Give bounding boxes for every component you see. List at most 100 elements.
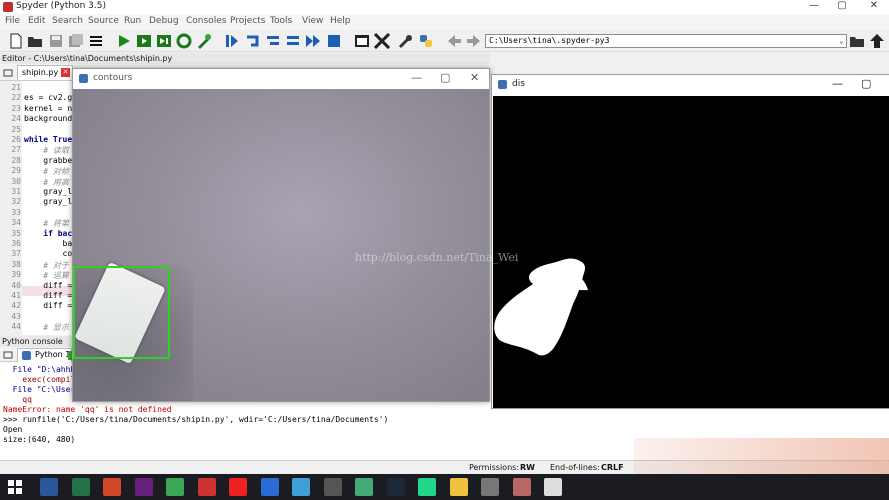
contours-close-button[interactable]: ✕ — [470, 71, 479, 84]
python-path-icon[interactable] — [418, 33, 434, 49]
fast-forward-icon[interactable] — [305, 33, 321, 49]
ship-icon[interactable] — [355, 478, 373, 496]
code-line: # 显示 — [24, 323, 69, 333]
menu-search[interactable]: Search — [52, 16, 83, 26]
window-app-icon — [79, 74, 88, 83]
tab-shipin[interactable]: shipin.py ✕ — [17, 65, 73, 80]
dis-minimize-button[interactable]: — — [832, 77, 843, 90]
rerun-icon[interactable] — [176, 33, 192, 49]
continue-icon[interactable] — [285, 33, 301, 49]
debug-icon[interactable] — [196, 33, 212, 49]
pycharm-icon[interactable] — [418, 478, 436, 496]
console-line: File "C:\User — [3, 385, 76, 394]
menu-projects[interactable]: Projects — [230, 16, 265, 26]
step-icon[interactable] — [224, 33, 240, 49]
list-icon[interactable] — [88, 33, 104, 49]
line-number: 21 — [11, 83, 21, 92]
browse-console-tabs-icon[interactable] — [3, 350, 13, 360]
settings-icon[interactable] — [481, 478, 499, 496]
line-number: 29 — [11, 166, 21, 176]
netease-icon[interactable] — [229, 478, 247, 496]
word-icon[interactable] — [40, 478, 58, 496]
contours-window[interactable]: contours — ▢ ✕ — [72, 68, 490, 402]
minimize-button[interactable]: — — [801, 0, 827, 14]
tab-python-1[interactable]: Python 1 — [17, 348, 73, 362]
console-line: qq — [3, 395, 32, 404]
line-number: 40 — [11, 280, 21, 290]
pv-icon[interactable] — [544, 478, 562, 496]
run-icon[interactable] — [116, 33, 132, 49]
step-into-icon[interactable] — [245, 33, 261, 49]
code-line: diff = — [24, 280, 73, 290]
maximize-button[interactable]: ▢ — [829, 0, 855, 14]
line-number-gutter: 21 22 23 24 25 26 27 28 29 30 31 32 33 34 35 36 37 38 39 40… — [0, 81, 22, 335]
menu-run[interactable]: Run — [124, 16, 141, 26]
tab-python-1-label: Python 1 — [35, 350, 71, 359]
contours-minimize-button[interactable]: — — [411, 71, 422, 84]
save-all-icon[interactable] — [68, 33, 84, 49]
chevron-down-icon[interactable]: ⌄ — [839, 35, 844, 47]
windows-start-icon[interactable] — [8, 480, 22, 494]
powerpoint-icon[interactable] — [103, 478, 121, 496]
stop-icon[interactable] — [326, 33, 342, 49]
menu-consoles[interactable]: Consoles — [186, 16, 226, 26]
line-number: 24 — [11, 114, 21, 124]
close-button[interactable]: ✕ — [861, 0, 887, 14]
maximize-pane-icon[interactable] — [354, 33, 370, 49]
robot-icon[interactable] — [197, 478, 216, 496]
eol-value: CRLF — [601, 463, 624, 472]
step-return-icon[interactable] — [265, 33, 281, 49]
menu-source[interactable]: Source — [88, 16, 119, 26]
contours-window-titlebar[interactable]: contours — ▢ ✕ — [73, 69, 489, 89]
menu-view[interactable]: View — [302, 16, 323, 26]
fullscreen-icon[interactable] — [374, 33, 390, 49]
menu-tools[interactable]: Tools — [270, 16, 292, 26]
dis-window[interactable]: dis — ▢ — [491, 74, 889, 409]
image-icon[interactable] — [512, 478, 531, 496]
spyder-logo-icon — [3, 2, 13, 12]
save-icon[interactable] — [48, 33, 64, 49]
dis-maximize-button[interactable]: ▢ — [861, 77, 871, 90]
code-line: bac — [24, 239, 77, 248]
menu-file[interactable]: File — [5, 16, 20, 26]
line-number: 31 — [11, 187, 21, 196]
network-icon[interactable] — [323, 478, 342, 496]
permissions-label: Permissions: — [469, 463, 520, 472]
run-cell-advance-icon[interactable] — [156, 33, 172, 49]
folder-icon[interactable] — [449, 478, 468, 496]
bird-icon[interactable] — [260, 478, 279, 496]
steam-icon[interactable] — [386, 478, 405, 496]
up-dir-icon[interactable] — [869, 33, 885, 49]
code-line: es = cv2.ge — [24, 93, 77, 103]
line-number: 28 — [11, 155, 21, 165]
new-file-icon[interactable] — [8, 33, 24, 49]
browser-icon[interactable] — [166, 478, 184, 496]
forward-icon[interactable] — [466, 33, 482, 49]
excel-icon[interactable] — [71, 478, 90, 496]
code-line: # 对帧 — [24, 167, 69, 177]
working-directory-combobox[interactable]: C:\Users\tina\.spyder-py3 ⌄ — [485, 34, 847, 48]
run-cell-icon[interactable] — [136, 33, 152, 49]
menu-edit[interactable]: Edit — [28, 16, 45, 26]
line-number: 42 — [11, 301, 21, 311]
visual-studio-icon[interactable] — [134, 478, 153, 496]
code-line: # 对于 — [24, 260, 69, 270]
menu-help[interactable]: Help — [330, 16, 351, 26]
windows-taskbar — [0, 474, 889, 500]
menu-debug[interactable]: Debug — [149, 16, 179, 26]
line-number: 38 — [11, 259, 21, 269]
close-tab-icon[interactable]: ✕ — [61, 68, 70, 77]
open-file-icon[interactable] — [27, 33, 43, 49]
line-number: 33 — [11, 207, 21, 217]
line-number: 37 — [11, 249, 21, 259]
browse-tabs-icon[interactable] — [3, 68, 13, 78]
note-icon[interactable] — [292, 478, 310, 496]
line-number: 44 — [11, 322, 21, 332]
back-icon[interactable] — [446, 33, 462, 49]
dis-window-titlebar[interactable]: dis — ▢ — [492, 75, 889, 96]
wrench-icon[interactable] — [398, 33, 414, 49]
contours-maximize-button[interactable]: ▢ — [440, 71, 450, 84]
browse-folder-icon[interactable] — [849, 33, 865, 49]
code-line: # 运算 — [24, 271, 69, 281]
code-line: diff = — [24, 291, 73, 300]
